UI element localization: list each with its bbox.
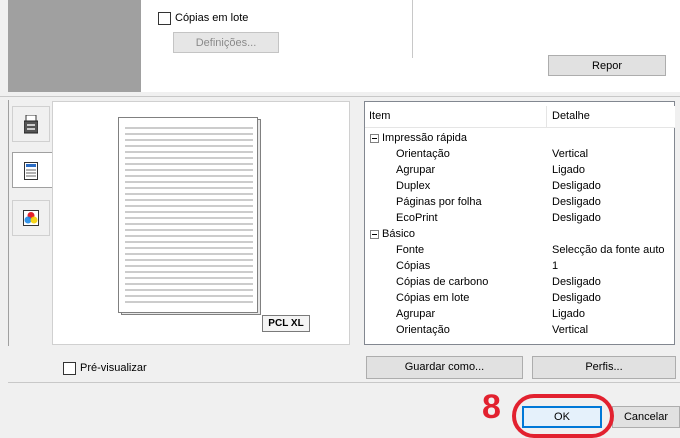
cancel-button[interactable]: Cancelar <box>612 406 680 428</box>
row-detail: Desligado <box>552 276 601 288</box>
profiles-button[interactable]: Perfis... <box>532 356 676 379</box>
vertical-separator <box>412 0 413 58</box>
collate-checkbox[interactable] <box>158 12 171 25</box>
list-row[interactable]: Páginas por folha Desligado <box>368 195 668 210</box>
document-icon <box>24 162 38 183</box>
list-row[interactable]: Orientação Vertical <box>368 323 668 338</box>
row-item: Agrupar <box>396 164 436 176</box>
settings-button[interactable]: Definições... <box>173 32 279 53</box>
row-detail: Desligado <box>552 292 601 304</box>
list-row[interactable]: Cópias de carbono Desligado <box>368 275 668 290</box>
list-group-header[interactable]: Básico <box>368 227 668 242</box>
row-item: EcoPrint <box>396 212 438 224</box>
tab-color[interactable] <box>12 200 50 236</box>
row-detail: Selecção da fonte auto <box>552 244 665 256</box>
list-row[interactable]: Orientação Vertical <box>368 147 668 162</box>
list-row[interactable]: Agrupar Ligado <box>368 307 668 322</box>
horizontal-separator <box>0 96 680 97</box>
page-lines <box>125 127 253 303</box>
paper-page <box>118 117 258 313</box>
callout-step-number: 8 <box>482 388 501 426</box>
list-group-header[interactable]: Impressão rápida <box>368 131 668 146</box>
list-row[interactable]: Duplex Desligado <box>368 179 668 194</box>
callout-highlight-ring <box>512 394 614 438</box>
list-row[interactable]: Fonte Selecção da fonte auto <box>368 243 668 258</box>
row-detail: Desligado <box>552 196 601 208</box>
row-detail: Ligado <box>552 308 586 320</box>
pdl-badge: PCL XL <box>262 315 310 332</box>
list-row[interactable]: Cópias 1 <box>368 259 668 274</box>
tab-document[interactable] <box>12 152 54 188</box>
collapse-icon[interactable] <box>370 134 379 143</box>
bottom-separator <box>8 382 680 383</box>
collapse-icon[interactable] <box>370 230 379 239</box>
row-detail: 1 <box>552 260 559 272</box>
reset-button[interactable]: Repor <box>548 55 666 76</box>
row-item: Orientação <box>396 324 450 336</box>
row-item: Duplex <box>396 180 431 192</box>
collate-label: Cópias em lote <box>175 12 249 24</box>
group-label: Básico <box>382 228 416 240</box>
list-body: Impressão rápida Orientação Vertical Agrupa… <box>368 131 674 343</box>
list-row[interactable]: EcoPrint Desligado <box>368 211 668 226</box>
row-item: Páginas por folha <box>396 196 482 208</box>
tab-printer[interactable] <box>12 106 50 142</box>
row-detail: Desligado <box>552 212 601 224</box>
column-header-detail[interactable]: Detalhe <box>552 110 590 122</box>
gray-block <box>8 0 141 92</box>
row-item: Cópias de carbono <box>396 276 489 288</box>
list-header: Item Detalhe <box>365 106 675 128</box>
column-header-item[interactable]: Item <box>369 110 390 122</box>
printer-icon <box>23 114 39 138</box>
row-item: Cópias <box>396 260 431 272</box>
row-item: Orientação <box>396 148 450 160</box>
row-item: Fonte <box>396 244 425 256</box>
color-icon <box>23 210 39 229</box>
header-divider <box>546 106 547 128</box>
list-row[interactable]: Cópias em lote Desligado <box>368 291 668 306</box>
row-item: Cópias em lote <box>396 292 470 304</box>
preview-checkbox-label: Pré-visualizar <box>80 362 147 374</box>
row-detail: Ligado <box>552 164 586 176</box>
preview-checkbox[interactable] <box>63 362 76 375</box>
row-detail: Vertical <box>552 148 589 160</box>
row-detail: Desligado <box>552 180 601 192</box>
group-label: Impressão rápida <box>382 132 467 144</box>
list-row[interactable]: Agrupar Ligado <box>368 163 668 178</box>
save-as-button[interactable]: Guardar como... <box>366 356 523 379</box>
row-detail: Vertical <box>552 324 589 336</box>
row-item: Agrupar <box>396 308 436 320</box>
